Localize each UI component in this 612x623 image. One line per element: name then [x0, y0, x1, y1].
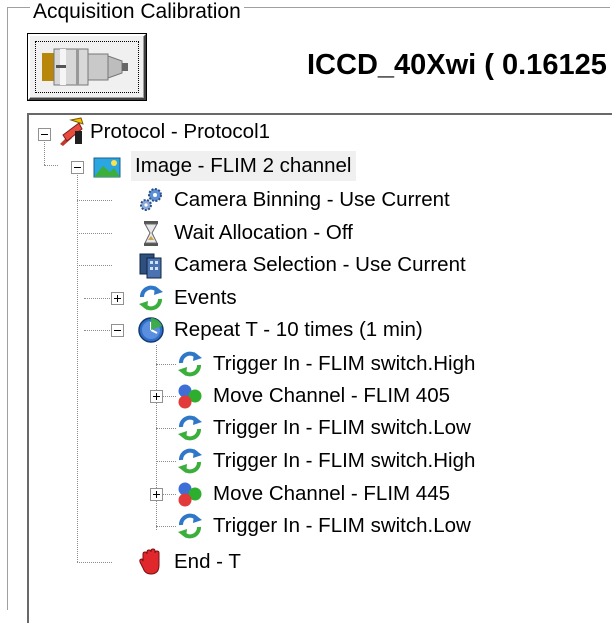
tree-line: [84, 298, 112, 299]
tree-node-label: Trigger In - FLIM switch.Low: [213, 514, 471, 537]
expand-toggle[interactable]: [111, 292, 124, 305]
tree-line: [156, 526, 176, 527]
image-icon: [93, 157, 121, 178]
group-title: Acquisition Calibration: [30, 0, 244, 24]
protocol-tree[interactable]: Protocol - Protocol1 Image - FLIM 2 chan…: [27, 113, 612, 623]
objective-button[interactable]: [28, 34, 146, 100]
tree-line: [156, 461, 176, 462]
gears-icon: [140, 188, 162, 211]
tree-line: [84, 330, 112, 331]
objective-name: ICCD_40Xwi ( 0.16125 ): [307, 49, 612, 81]
tree-node-label: Protocol - Protocol1: [90, 120, 271, 143]
tree-node-label: Events: [174, 286, 237, 309]
refresh-arrows-icon: [176, 511, 204, 541]
tree-node-label: Repeat T - 10 times (1 min): [174, 318, 423, 341]
tree-line: [162, 494, 176, 495]
expand-toggle[interactable]: [150, 488, 163, 501]
clock-icon: [138, 317, 164, 343]
protocol-icon: [60, 117, 84, 146]
tree-line: [44, 165, 58, 166]
tree-line: [156, 364, 176, 365]
tree-node-label: Trigger In - FLIM switch.High: [213, 352, 476, 375]
tree-line: [156, 428, 176, 429]
tree-node-label: Trigger In - FLIM switch.High: [213, 449, 476, 472]
tree-node-label: Trigger In - FLIM switch.Low: [213, 416, 471, 439]
refresh-arrows-icon: [176, 413, 204, 443]
tree-node-label: Image - FLIM 2 channel: [131, 151, 356, 181]
tree-node-label: Camera Binning - Use Current: [174, 188, 450, 211]
camera-selection-icon: [139, 253, 162, 279]
tree-line: [77, 200, 112, 201]
tree-node-label: Move Channel - FLIM 445: [213, 482, 451, 505]
collapse-toggle[interactable]: [71, 161, 84, 174]
channel-dots-icon: [176, 381, 204, 411]
expand-toggle[interactable]: [150, 390, 163, 403]
tree-line: [77, 172, 78, 562]
collapse-toggle[interactable]: [111, 324, 124, 337]
tree-node-label: Camera Selection - Use Current: [174, 253, 466, 276]
objective-lens-icon: [42, 48, 128, 86]
tree-node-label: Wait Allocation - Off: [174, 221, 353, 244]
tree-line: [77, 233, 112, 234]
tree-node-label: End - T: [174, 550, 241, 573]
hourglass-icon: [144, 221, 158, 246]
refresh-arrows-icon: [137, 283, 165, 313]
stop-hand-icon: [139, 548, 160, 575]
refresh-arrows-icon: [176, 349, 204, 379]
tree-line: [44, 140, 45, 165]
tree-node-label: Move Channel - FLIM 405: [213, 384, 451, 407]
refresh-arrows-icon: [176, 446, 204, 476]
tree-line: [77, 265, 112, 266]
tree-line: [156, 345, 157, 530]
tree-line: [162, 396, 176, 397]
tree-line: [77, 562, 112, 563]
channel-dots-icon: [176, 479, 204, 509]
collapse-toggle[interactable]: [38, 128, 51, 141]
